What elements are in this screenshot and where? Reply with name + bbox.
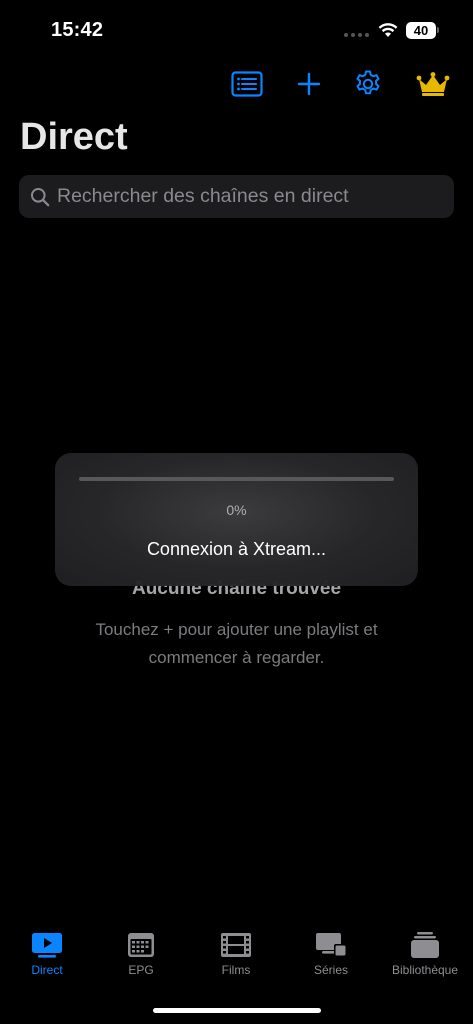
battery-tip — [437, 27, 439, 33]
empty-state-message: Touchez + pour ajouter une playlist et c… — [95, 620, 378, 667]
plus-icon — [297, 72, 321, 96]
premium-button[interactable] — [415, 66, 451, 102]
library-stack-icon — [411, 932, 439, 958]
tab-label: Direct — [31, 963, 63, 977]
gear-icon — [356, 70, 380, 95]
tab-label: EPG — [128, 963, 154, 977]
progress-bar — [79, 477, 394, 481]
list-icon — [231, 71, 263, 97]
tab-films[interactable]: Films — [191, 930, 281, 988]
tab-label: Bibliothèque — [391, 963, 459, 977]
search-icon — [31, 187, 50, 206]
wifi-icon — [378, 23, 398, 37]
cellular-signal-icon — [344, 33, 369, 37]
tab-bar: Direct EPG Films Séries Bibliothèque — [0, 920, 473, 990]
film-strip-icon — [221, 933, 251, 957]
search-bar[interactable] — [19, 175, 454, 218]
calendar-grid-icon — [128, 933, 154, 957]
battery-indicator: 40 — [406, 22, 436, 39]
progress-percent: 0% — [226, 502, 247, 518]
tab-bibliotheque[interactable]: Bibliothèque — [380, 930, 470, 988]
search-input[interactable] — [57, 185, 437, 208]
tv-devices-icon — [316, 933, 347, 957]
settings-button[interactable] — [350, 66, 386, 102]
home-indicator — [153, 1008, 321, 1013]
tab-epg[interactable]: EPG — [96, 930, 186, 988]
loading-dialog: 0% Connexion à Xtream... — [55, 453, 418, 586]
loading-message: Connexion à Xtream... — [146, 539, 327, 559]
tab-label: Films — [221, 963, 251, 977]
status-time: 15:42 — [51, 19, 104, 41]
tv-play-icon — [32, 933, 62, 958]
crown-icon — [416, 72, 450, 96]
page-title: Direct — [20, 116, 128, 158]
channel-list-button[interactable] — [229, 66, 265, 102]
tab-direct[interactable]: Direct — [2, 930, 92, 988]
tab-series[interactable]: Séries — [286, 930, 376, 988]
tab-label: Séries — [313, 963, 348, 977]
add-playlist-button[interactable] — [291, 66, 327, 102]
